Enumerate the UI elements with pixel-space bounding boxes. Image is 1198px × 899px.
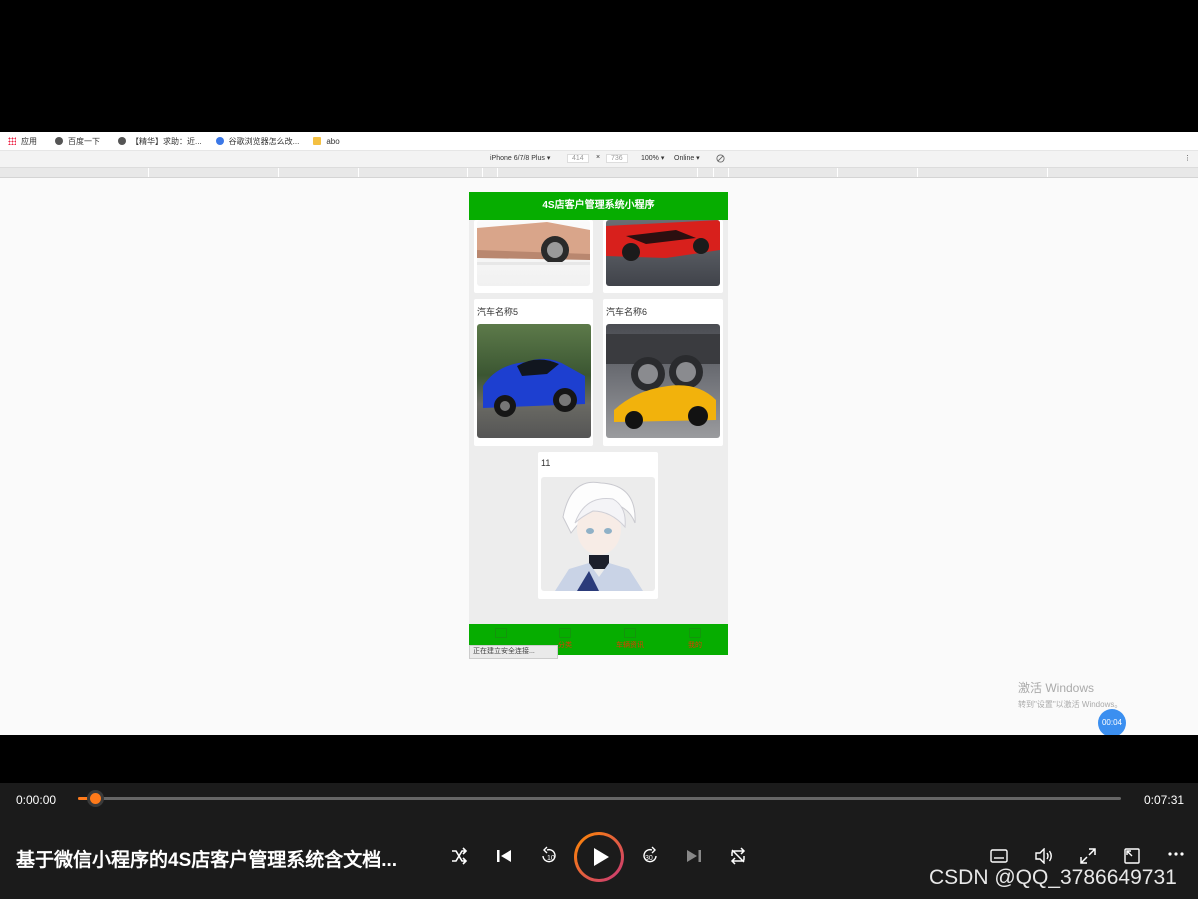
width-input[interactable]: 414	[567, 154, 589, 163]
car-card[interactable]	[474, 220, 593, 293]
car-card[interactable]: 汽车名称6	[603, 299, 723, 446]
more-options-icon[interactable]: ⋮	[1184, 154, 1191, 162]
bookmark-chrome[interactable]: 谷歌浏览器怎么改...	[215, 136, 300, 147]
apps-icon	[8, 137, 16, 145]
device-select[interactable]: iPhone 6/7/8 Plus ▾	[490, 154, 550, 162]
bookmark-label: abo	[326, 136, 340, 146]
globe-icon	[118, 137, 126, 145]
tab-label: 车辆资讯	[616, 642, 644, 649]
media-query-ruler[interactable]	[0, 168, 1198, 178]
tab-label: 我的	[688, 642, 702, 649]
video-title: 基于微信小程序的4S店客户管理系统含文档...	[16, 850, 398, 871]
times-sign: ×	[596, 154, 601, 161]
bookmark-abo[interactable]: abo	[313, 136, 340, 146]
watermark-line2: 转到"设置"以激活 Windows。	[1018, 700, 1123, 709]
tab-news[interactable]: 车辆资讯	[600, 628, 660, 650]
car-name: 汽车名称5	[477, 307, 519, 317]
bookmark-label: 【精华】求助：近...	[131, 136, 202, 146]
forward-30-icon[interactable]: 30	[640, 846, 660, 871]
more-icon[interactable]	[1167, 845, 1185, 868]
svg-text:10: 10	[547, 855, 555, 862]
news-icon	[624, 628, 636, 638]
car-card[interactable]: 汽车名称5	[474, 299, 593, 446]
player-controls: 0:00:00 0:07:31 基于微信小程序的4S店客户管理系统含文档... …	[0, 783, 1198, 899]
user-icon	[689, 628, 701, 638]
bookmark-label: 百度一下	[68, 136, 100, 146]
car-card[interactable]	[603, 220, 723, 293]
car-photo	[541, 477, 655, 591]
network-select[interactable]: Online ▾	[674, 154, 700, 162]
timer-bubble[interactable]: 00:04	[1098, 709, 1126, 735]
tab-mine[interactable]: 我的	[665, 628, 725, 650]
car-photo	[477, 324, 591, 438]
category-icon	[559, 628, 571, 638]
height-input[interactable]: 736	[606, 154, 628, 163]
bookmark-label: 谷歌浏览器怎么改...	[228, 136, 300, 146]
play-button[interactable]	[574, 832, 624, 882]
device-toolbar: iPhone 6/7/8 Plus ▾ 414 × 736 100% ▾ Onl…	[0, 151, 1198, 168]
globe-icon	[55, 137, 63, 145]
rewind-10-icon[interactable]: 10	[539, 846, 559, 871]
video-frame: 应用 百度一下 【精华】求助：近... 谷歌浏览器怎么改... abo iPho…	[0, 132, 1198, 735]
car-name: 11	[541, 458, 551, 468]
car-photo	[477, 220, 590, 286]
folder-icon	[313, 137, 322, 145]
repeat-icon[interactable]	[729, 847, 747, 870]
shuffle-icon[interactable]	[450, 847, 468, 870]
car-photo	[606, 324, 720, 438]
progress-knob[interactable]	[87, 790, 105, 807]
windows-activation-watermark: 激活 Windows 转到"设置"以激活 Windows。	[1018, 679, 1122, 710]
next-icon[interactable]	[685, 847, 703, 870]
prev-icon[interactable]	[495, 847, 513, 870]
home-icon	[495, 628, 507, 638]
car-photo	[606, 220, 720, 286]
car-card[interactable]: 11	[538, 452, 658, 599]
current-time: 0:00:00	[16, 793, 57, 807]
play-icon	[594, 848, 609, 866]
bookmark-apps[interactable]: 应用	[8, 136, 37, 147]
paw-icon	[215, 137, 224, 145]
bookmark-label: 应用	[21, 136, 37, 146]
bookmark-baidu[interactable]: 百度一下	[55, 136, 100, 147]
svg-text:30: 30	[645, 855, 653, 862]
tab-label: 分类	[558, 642, 572, 649]
rotate-icon[interactable]	[716, 154, 725, 165]
phone-viewport: 4S店客户管理系统小程序 汽车名称5 汽车名称6 11 分类 车辆资讯 我的	[469, 192, 728, 655]
csdn-credit: CSDN @QQ_3786649731	[929, 866, 1177, 889]
progress-track[interactable]	[78, 790, 1121, 807]
total-time: 0:07:31	[1144, 793, 1185, 807]
connection-status-toast: 正在建立安全连接...	[469, 645, 558, 659]
bookmarks-bar: 应用 百度一下 【精华】求助：近... 谷歌浏览器怎么改... abo	[0, 132, 1198, 151]
car-name: 汽车名称6	[606, 307, 648, 317]
zoom-select[interactable]: 100% ▾	[641, 154, 664, 162]
watermark-line1: 激活 Windows	[1018, 681, 1095, 695]
page-title: 4S店客户管理系统小程序	[469, 192, 728, 220]
bookmark-help[interactable]: 【精华】求助：近...	[118, 136, 202, 147]
